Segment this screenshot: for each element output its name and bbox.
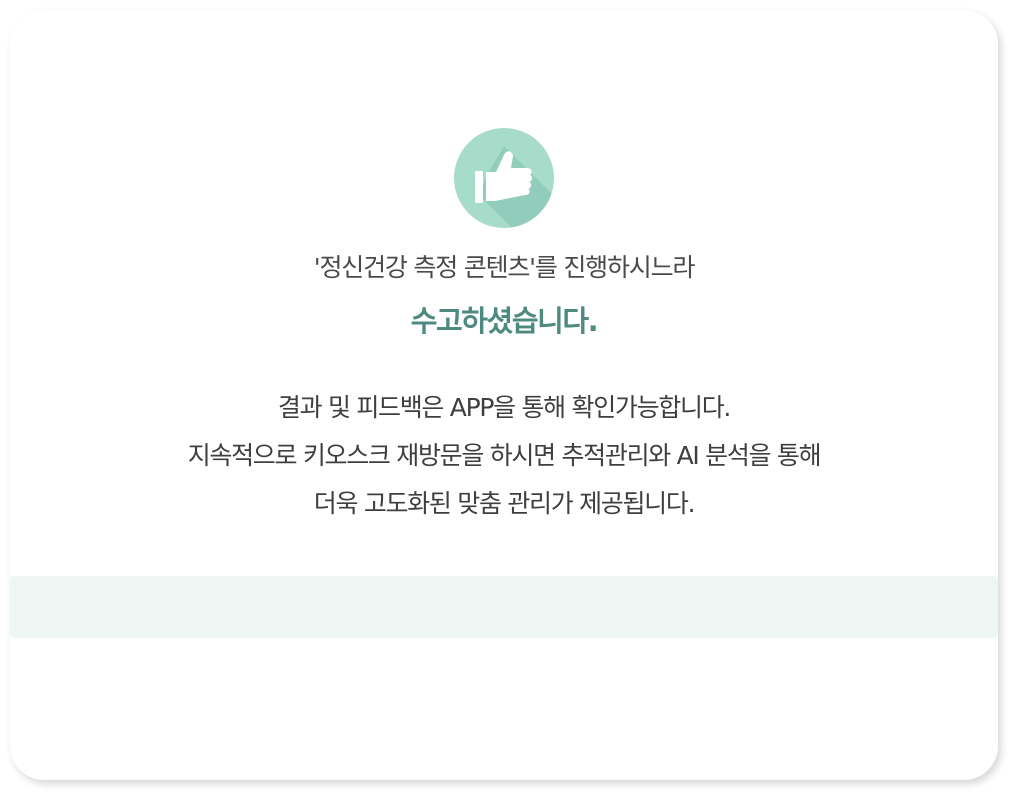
completion-thanks-heading: 수고하셨습니다. xyxy=(410,304,599,338)
completion-lead-text: '정신건강 측정 콘텐츠'를 진행하시느라 xyxy=(313,253,696,282)
thumbs-up-icon xyxy=(454,128,554,228)
info-line-custom-care: 더욱 고도화된 맞춤 관리가 제공됩니다. xyxy=(313,489,696,518)
result-info-text: 결과 및 피드백은 APP을 통해 확인가능합니다. 지속적으로 키오스크 재방… xyxy=(10,384,998,528)
action-band xyxy=(10,576,998,638)
info-line-app: 결과 및 피드백은 APP을 통해 확인가능합니다. xyxy=(277,393,731,422)
info-line-revisit: 지속적으로 키오스크 재방문을 하시면 추적관리와 AI 분석을 통해 xyxy=(187,441,822,470)
completion-card: '정신건강 측정 콘텐츠'를 진행하시느라 수고하셨습니다. 결과 및 피드백은… xyxy=(10,10,998,780)
